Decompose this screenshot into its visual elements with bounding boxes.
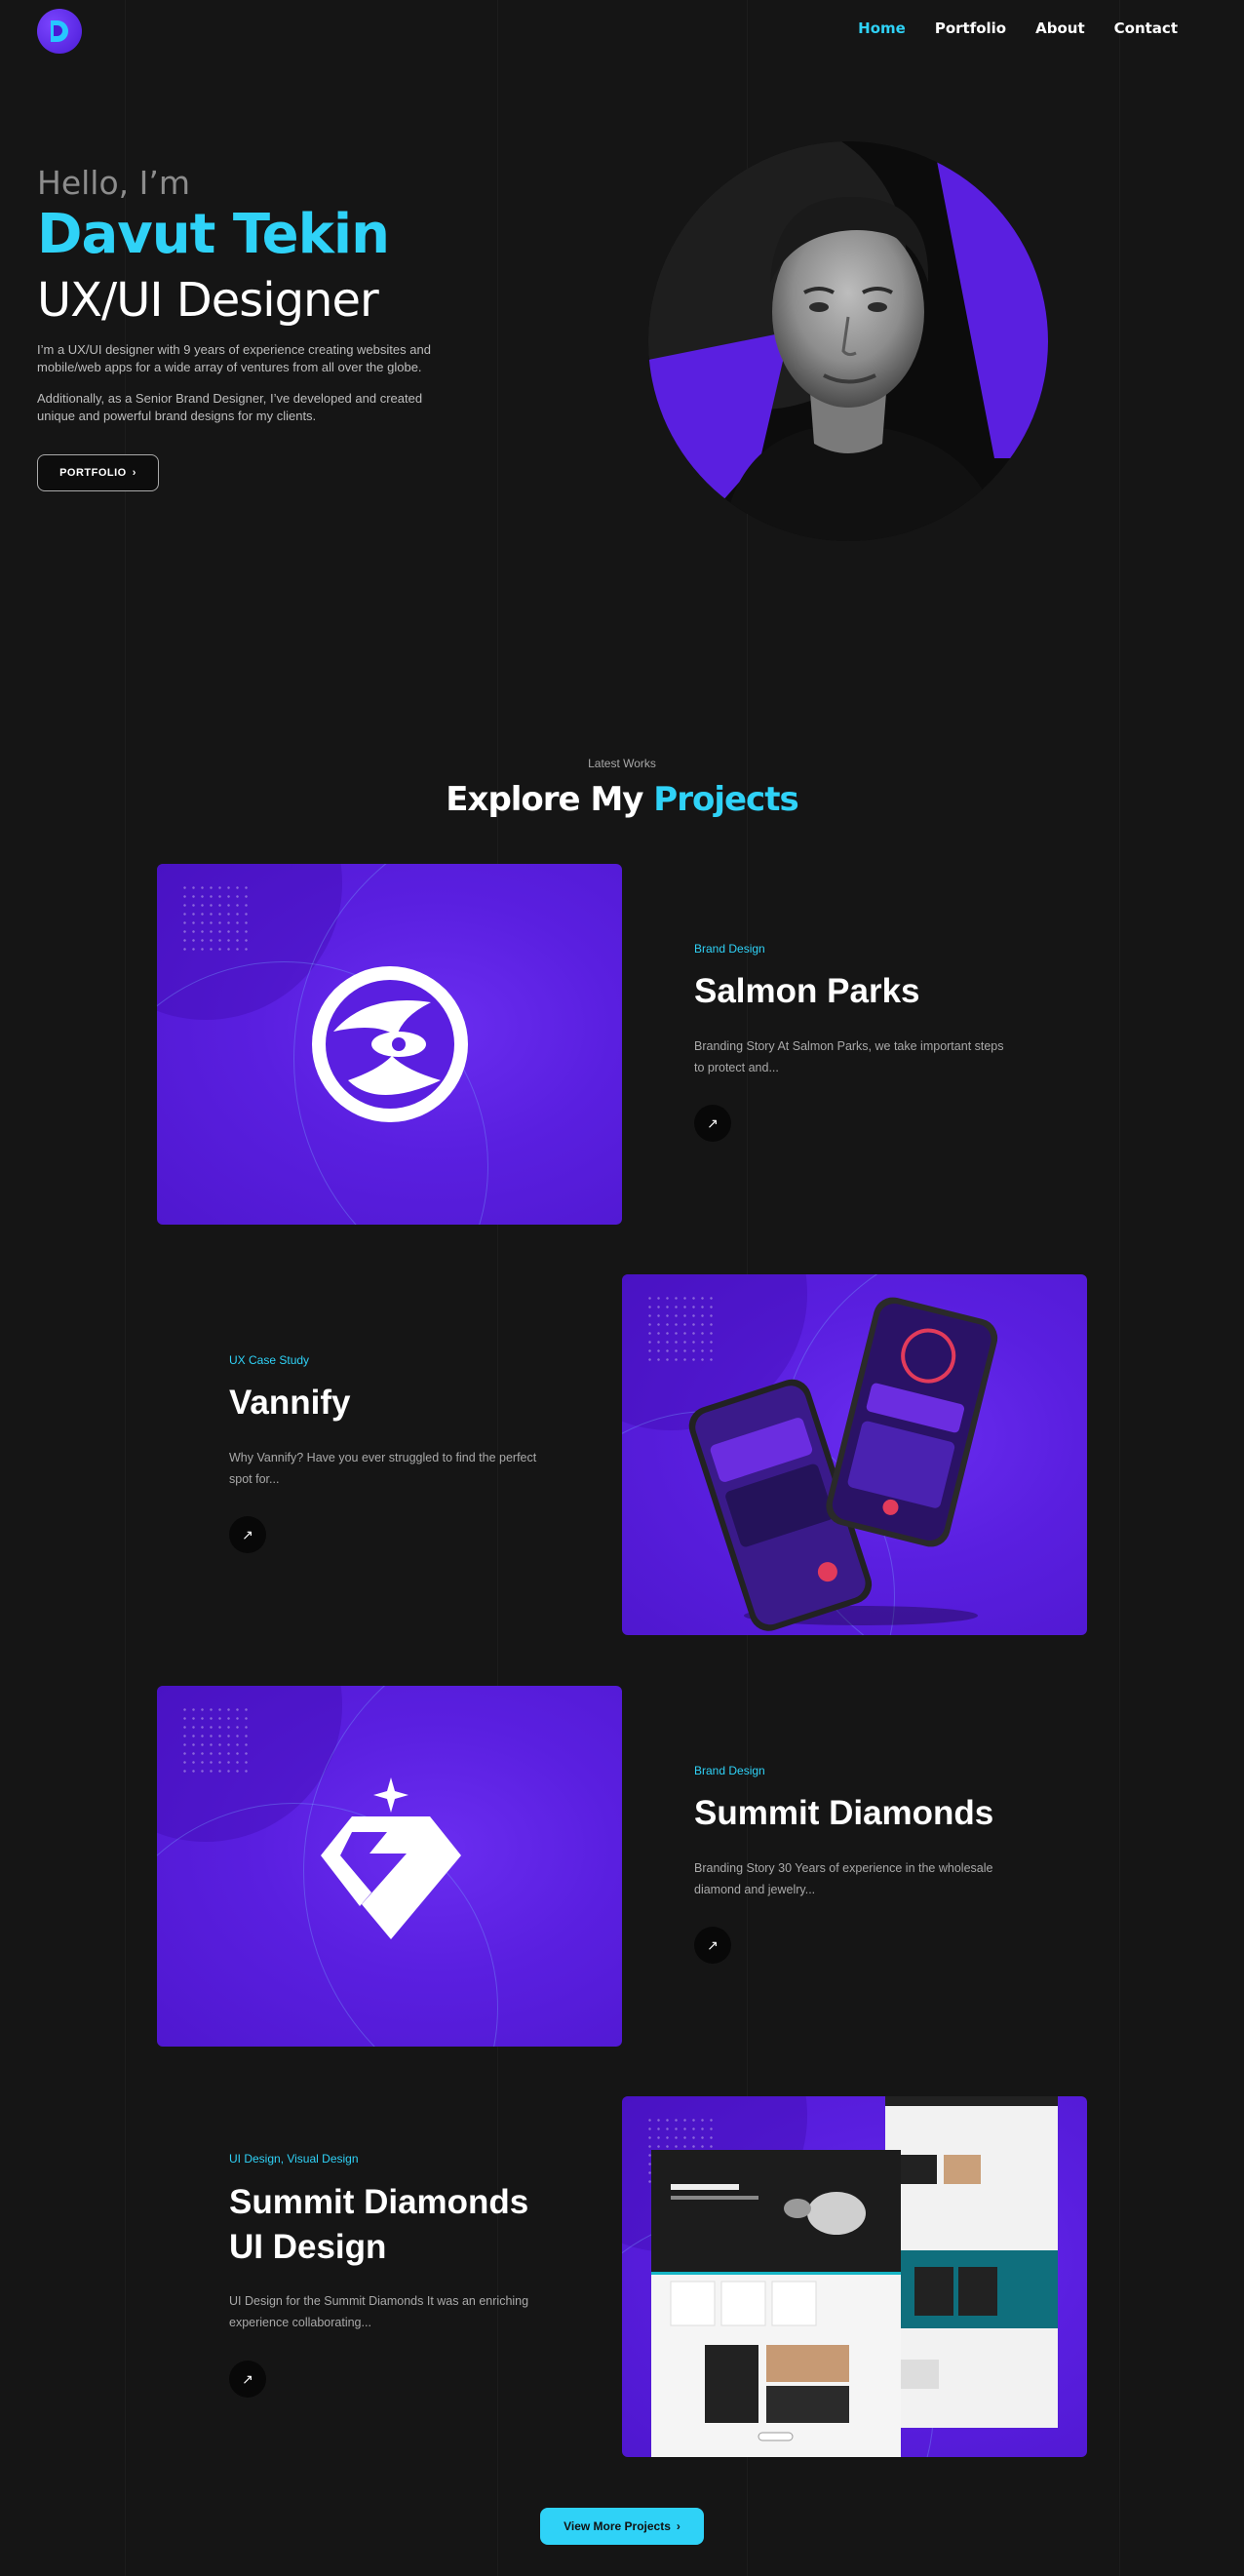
- project-open-button[interactable]: ↗: [694, 1105, 731, 1142]
- hero-intro-1: I’m a UX/UI designer with 9 years of exp…: [37, 342, 431, 374]
- project-title[interactable]: Summit Diamonds UI Design: [229, 2180, 528, 2270]
- arrow-up-right-icon: ↗: [707, 1114, 719, 1131]
- arrow-up-right-icon: ↗: [707, 1936, 719, 1953]
- salmon-parks-logo: [312, 966, 468, 1122]
- section-title-plain: Explore My: [446, 780, 643, 819]
- summit-diamonds-logo: [321, 1777, 461, 1939]
- profile-portrait: [648, 141, 1048, 541]
- project-title[interactable]: Vannify: [229, 1381, 350, 1425]
- project-open-button[interactable]: ↗: [694, 1927, 731, 1964]
- project-title-line-1: Summit Diamonds: [229, 2183, 529, 2221]
- project-tag: UI Design, Visual Design: [229, 2152, 359, 2166]
- hero-greeting: Hello, I’m: [37, 164, 190, 202]
- project-image-summit-diamonds[interactable]: [157, 1686, 622, 2047]
- nav-contact[interactable]: Contact: [1114, 20, 1178, 37]
- project-description: UI Design for the Summit Diamonds It was…: [229, 2294, 529, 2329]
- project-tag: Brand Design: [694, 942, 765, 956]
- project-title-line-2: UI Design: [229, 2228, 387, 2266]
- arrow-up-right-icon: ↗: [242, 2370, 253, 2387]
- chevron-right-icon: ›: [132, 467, 136, 479]
- hero-role: UX/UI Designer: [37, 273, 379, 328]
- view-more-projects-button[interactable]: View More Projects ›: [540, 2508, 704, 2545]
- project-title[interactable]: Salmon Parks: [694, 969, 920, 1014]
- project-image-vannify[interactable]: [622, 1274, 1087, 1635]
- nav-about[interactable]: About: [1035, 20, 1085, 37]
- nav-portfolio[interactable]: Portfolio: [935, 20, 1006, 37]
- project-open-button[interactable]: ↗: [229, 2361, 266, 2398]
- section-title: Explore My Projects: [0, 780, 1244, 819]
- project-description: Why Vannify? Have you ever struggled to …: [229, 1451, 537, 1486]
- chevron-right-icon: ›: [676, 2519, 680, 2533]
- main-nav: Home Portfolio About Contact: [858, 20, 1178, 37]
- section-title-accent: Projects: [653, 780, 798, 819]
- hero-intro-2: Additionally, as a Senior Brand Designer…: [37, 391, 423, 423]
- project-description: Branding Story 30 Years of experience in…: [694, 1861, 993, 1896]
- brand-logo[interactable]: [37, 9, 82, 54]
- arrow-up-right-icon: ↗: [242, 1526, 253, 1542]
- project-tag: UX Case Study: [229, 1353, 310, 1367]
- project-open-button[interactable]: ↗: [229, 1516, 266, 1553]
- hero-name: Davut Tekin: [37, 203, 390, 266]
- portfolio-button-label: PORTFOLIO: [59, 467, 127, 479]
- project-description: Branding Story At Salmon Parks, we take …: [694, 1039, 1004, 1074]
- website-mockups: [651, 2096, 1058, 2457]
- project-image-summit-diamonds-ui[interactable]: [622, 2096, 1087, 2457]
- phone-mockups: [688, 1297, 998, 1631]
- view-more-label: View More Projects: [564, 2519, 671, 2533]
- project-title[interactable]: Summit Diamonds: [694, 1791, 993, 1836]
- section-eyebrow: Latest Works: [588, 757, 656, 770]
- nav-home[interactable]: Home: [858, 20, 906, 37]
- project-image-salmon-parks[interactable]: [157, 864, 622, 1225]
- project-tag: Brand Design: [694, 1764, 765, 1777]
- portfolio-button[interactable]: PORTFOLIO ›: [37, 454, 159, 491]
